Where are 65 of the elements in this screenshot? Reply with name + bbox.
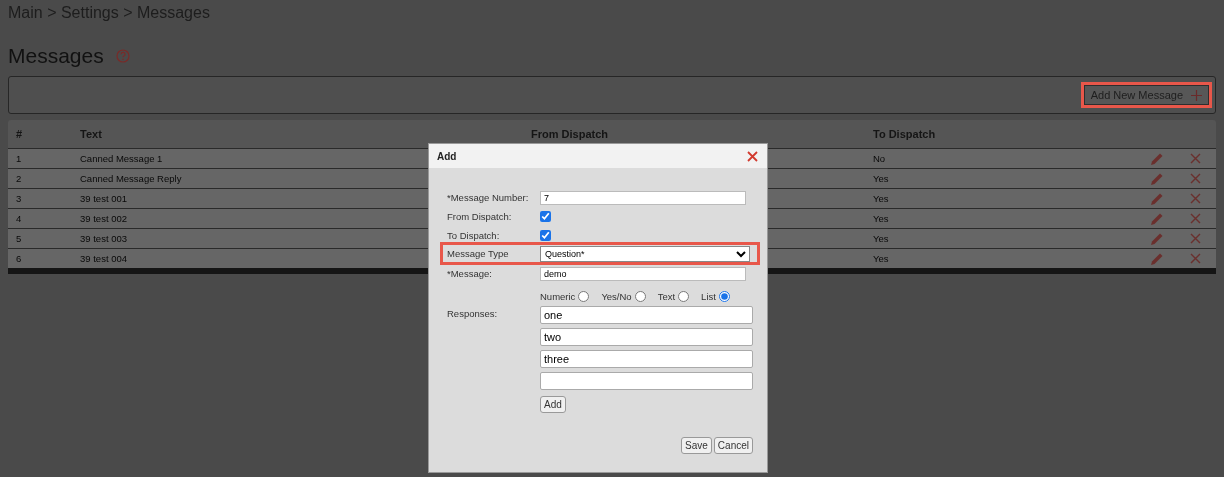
field-label: *Message: — [447, 268, 493, 279]
field-label: Responses: — [447, 307, 499, 321]
field-label: *Message Number: — [447, 192, 530, 203]
table-cell: Yes — [873, 173, 889, 184]
table-cell: 4 — [16, 213, 22, 224]
cancel-button[interactable]: Cancel — [713, 437, 753, 454]
edit-icon[interactable] — [1150, 171, 1164, 186]
table-cell: Yes — [873, 253, 889, 264]
radio-button[interactable] — [578, 291, 590, 302]
field-label: To Dispatch: — [447, 230, 501, 241]
response-field[interactable]: three — [540, 350, 753, 368]
field-label: From Dispatch: — [447, 211, 513, 222]
table-cell: 39 test 003 — [80, 233, 127, 244]
checkbox[interactable] — [540, 230, 551, 241]
table-cell: Canned Message Reply — [80, 173, 182, 184]
radio-label: Yes/No — [601, 291, 632, 302]
table-cell: Canned Message 1 — [80, 153, 163, 164]
edit-icon[interactable] — [1150, 231, 1164, 246]
close-icon[interactable] — [747, 150, 758, 162]
delete-icon[interactable] — [1190, 193, 1201, 204]
help-icon[interactable] — [115, 49, 130, 63]
column-header: To Dispatch — [873, 128, 937, 140]
response-field[interactable] — [540, 372, 753, 390]
delete-icon[interactable] — [1190, 153, 1201, 164]
column-header: # — [16, 128, 24, 140]
radio-button[interactable] — [634, 291, 646, 302]
table-cell: 1 — [16, 153, 22, 164]
table-cell: 39 test 001 — [80, 193, 127, 204]
dialog-title: Add — [437, 150, 457, 162]
table-cell: Yes — [873, 233, 889, 244]
save-button[interactable]: Save — [681, 437, 712, 454]
input-field[interactable]: 7 — [540, 190, 746, 205]
table-cell: Yes — [873, 193, 889, 204]
field-label: Message Type — [447, 248, 510, 259]
table-cell: 39 test 004 — [80, 253, 127, 264]
radio-label: Text — [657, 291, 676, 302]
plus-icon — [1191, 89, 1202, 101]
table-cell: 5 — [16, 233, 22, 244]
column-header: From Dispatch — [531, 128, 609, 140]
delete-icon[interactable] — [1190, 253, 1201, 264]
edit-icon[interactable] — [1150, 251, 1164, 266]
delete-icon[interactable] — [1190, 233, 1201, 244]
radio-label: List — [701, 291, 716, 302]
table-cell: No — [873, 153, 886, 164]
checkbox[interactable] — [540, 211, 551, 222]
table-cell: Yes — [873, 213, 889, 224]
message-type-dropdown[interactable]: Question* — [540, 245, 750, 262]
delete-icon[interactable] — [1190, 173, 1201, 184]
add-button[interactable]: Add — [540, 396, 566, 413]
response-field[interactable]: two — [540, 328, 753, 346]
response-field[interactable]: one — [540, 306, 753, 324]
input-field[interactable]: demo — [540, 266, 746, 281]
edit-icon[interactable] — [1150, 191, 1164, 206]
table-cell: 3 — [16, 193, 22, 204]
radio-button[interactable] — [718, 291, 730, 302]
table-cell: 39 test 002 — [80, 213, 127, 224]
delete-icon[interactable] — [1190, 213, 1201, 224]
radio-button[interactable] — [678, 291, 690, 302]
edit-icon[interactable] — [1150, 151, 1164, 166]
table-cell: 6 — [16, 253, 22, 264]
table-cell: 2 — [16, 173, 22, 184]
page-title: Messages — [8, 44, 104, 68]
edit-icon[interactable] — [1150, 211, 1164, 226]
radio-label: Numeric — [540, 291, 576, 302]
column-header: Text — [80, 128, 103, 140]
